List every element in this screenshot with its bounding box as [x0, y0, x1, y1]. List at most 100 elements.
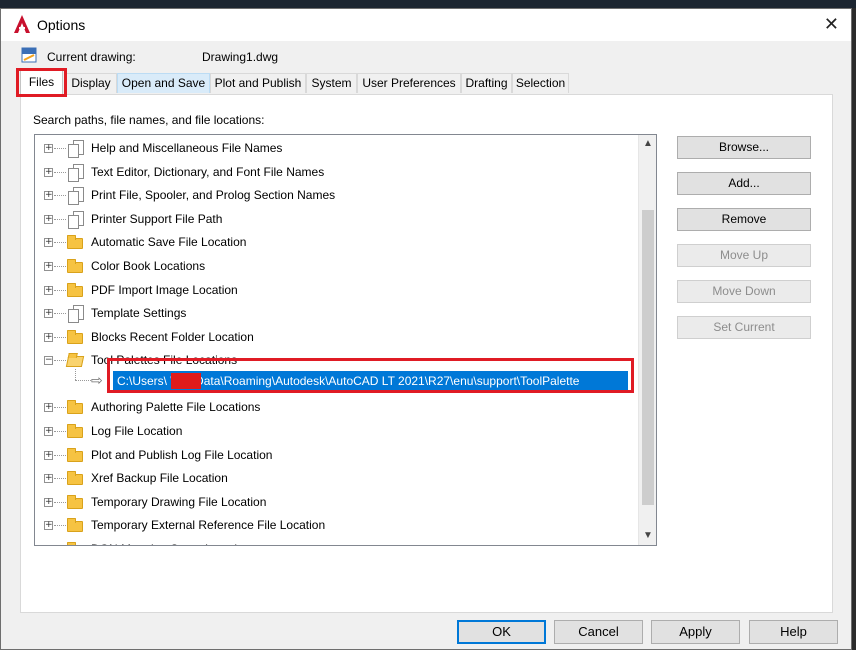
tree-connector	[54, 266, 66, 267]
tree-item-label: Log File Location	[91, 424, 183, 438]
ok-button[interactable]: OK	[457, 620, 546, 644]
tree-item[interactable]: + Color Book Locations	[35, 255, 638, 278]
tree-item-label: Text Editor, Dictionary, and Font File N…	[91, 164, 325, 179]
tree-item[interactable]: + Authoring Palette File Locations	[35, 396, 638, 419]
folder-icon	[67, 470, 85, 486]
close-icon[interactable]: ✕	[824, 15, 839, 33]
tree-item[interactable]: + Template Settings	[35, 302, 638, 325]
folder-icon	[67, 447, 85, 463]
expand-icon[interactable]: +	[44, 144, 53, 153]
tab-selection[interactable]: Selection	[512, 73, 569, 93]
tree-item[interactable]: +DGN Mapping Setup Location	[35, 538, 638, 545]
redaction-block	[171, 373, 201, 389]
scroll-up-icon[interactable]: ▲	[639, 135, 656, 153]
tree-item[interactable]: + Text Editor, Dictionary, and Font File …	[35, 161, 638, 184]
expand-icon[interactable]: +	[44, 285, 53, 295]
expand-icon[interactable]: +	[44, 403, 53, 413]
tree-item-label: DGN Mapping Setup Location	[91, 542, 250, 545]
folder-icon	[67, 258, 85, 274]
move-down-button[interactable]: Move Down	[677, 280, 811, 303]
tree-item-label: Printer Support File Path	[91, 211, 223, 226]
tree-connector	[54, 289, 66, 291]
files-panel: Search paths, file names, and file locat…	[20, 94, 833, 613]
folder-icon	[67, 234, 85, 250]
current-drawing-label: Current drawing:	[47, 50, 136, 64]
dialog-title: Options	[37, 17, 86, 33]
tree-item[interactable]: − Tool Palettes File Locations	[35, 349, 638, 372]
folder-icon	[67, 329, 85, 345]
tab-user-preferences[interactable]: User Preferences	[357, 73, 461, 93]
tree-item[interactable]: + Plot and Publish Log File Location	[35, 444, 638, 467]
tree-connector	[75, 380, 91, 381]
expand-icon[interactable]: +	[44, 332, 53, 342]
remove-button[interactable]: Remove	[677, 208, 811, 231]
tree-connector	[54, 218, 66, 220]
tree-content: ⇨ C:\Users\ \AppData\Roaming\Autodesk\Au…	[35, 135, 638, 545]
tab-plot-and-publish[interactable]: Plot and Publish	[210, 73, 306, 93]
tree-item[interactable]: + Automatic Save File Location	[35, 231, 638, 254]
tree-connector	[54, 313, 66, 315]
expand-icon[interactable]: +	[44, 427, 53, 436]
collapse-icon[interactable]: −	[44, 356, 53, 366]
tree-item[interactable]: + Temporary External Reference File Locat…	[35, 514, 638, 537]
set-current-button[interactable]: Set Current	[677, 316, 811, 339]
tab-display[interactable]: Display	[65, 73, 117, 93]
tree-connector	[54, 407, 66, 409]
document-stack-icon	[67, 163, 85, 182]
expand-icon[interactable]: +	[44, 450, 53, 460]
expand-icon[interactable]: +	[44, 238, 53, 248]
tree-item[interactable]: + Printer Support File Path	[35, 208, 638, 231]
tree-item-label: Help and Miscellaneous File Names	[91, 141, 283, 155]
title-bar: Options ✕	[1, 9, 851, 41]
tree-item-label: Blocks Recent Folder Location	[91, 329, 254, 344]
tree-item[interactable]: + Log File Location	[35, 420, 638, 443]
scroll-thumb[interactable]	[642, 210, 654, 505]
tree-item[interactable]: + Xref Backup File Location	[35, 467, 638, 490]
expand-icon[interactable]: +	[44, 521, 53, 531]
expand-icon[interactable]: +	[44, 167, 53, 177]
help-button[interactable]: Help	[749, 620, 838, 644]
tree-item[interactable]: + Print File, Spooler, and Prolog Section…	[35, 184, 638, 207]
expand-icon[interactable]: +	[44, 474, 53, 484]
move-up-button[interactable]: Move Up	[677, 244, 811, 267]
tree-item[interactable]: + PDF Import Image Location	[35, 279, 638, 302]
autocad-logo-icon	[13, 14, 31, 34]
folder-icon	[67, 541, 85, 545]
expand-icon[interactable]: +	[44, 191, 53, 201]
scroll-down-icon[interactable]: ▼	[639, 527, 656, 545]
tree-item-label: Template Settings	[91, 306, 187, 321]
tree-item-label: Automatic Save File Location	[91, 235, 247, 250]
tree-item-label: Xref Backup File Location	[91, 471, 228, 486]
expand-icon[interactable]: +	[44, 262, 53, 271]
current-drawing-value: Drawing1.dwg	[202, 50, 279, 64]
tree-connector	[54, 171, 66, 173]
tree-item[interactable]: + Blocks Recent Folder Location	[35, 326, 638, 349]
section-label: Search paths, file names, and file locat…	[33, 113, 265, 127]
expand-icon[interactable]: +	[44, 214, 53, 224]
tree-connector	[54, 336, 66, 338]
path-arrow-icon: ⇨	[91, 372, 103, 388]
add-button[interactable]: Add...	[677, 172, 811, 195]
options-dialog: Options ✕ Current drawing: Drawing1.dwg …	[0, 8, 852, 650]
document-stack-icon	[67, 140, 85, 158]
file-locations-tree[interactable]: ⇨ C:\Users\ \AppData\Roaming\Autodesk\Au…	[34, 134, 657, 546]
tab-files[interactable]: Files	[20, 70, 63, 94]
tree-item-label: Color Book Locations	[91, 259, 206, 273]
tool-palette-path-row[interactable]: ⇨ C:\Users\ \AppData\Roaming\Autodesk\Au…	[35, 369, 638, 393]
tab-drafting[interactable]: Drafting	[461, 73, 512, 93]
tree-item-label: PDF Import Image Location	[91, 282, 238, 297]
expand-icon[interactable]: +	[44, 497, 53, 507]
tree-connector	[54, 148, 66, 149]
vertical-scrollbar[interactable]: ▲ ▼	[638, 135, 656, 545]
apply-button[interactable]: Apply	[651, 620, 740, 644]
tree-item[interactable]: + Help and Miscellaneous File Names	[35, 137, 638, 160]
tab-system[interactable]: System	[306, 73, 357, 93]
cancel-button[interactable]: Cancel	[554, 620, 643, 644]
tree-connector	[54, 360, 66, 362]
browse-button[interactable]: Browse...	[677, 136, 811, 159]
tree-connector	[54, 501, 66, 503]
expand-icon[interactable]: +	[44, 309, 53, 319]
tree-item[interactable]: + Temporary Drawing File Location	[35, 491, 638, 514]
tree-item-label: Temporary External Reference File Locati…	[91, 518, 326, 533]
tab-open-and-save[interactable]: Open and Save	[117, 73, 210, 93]
